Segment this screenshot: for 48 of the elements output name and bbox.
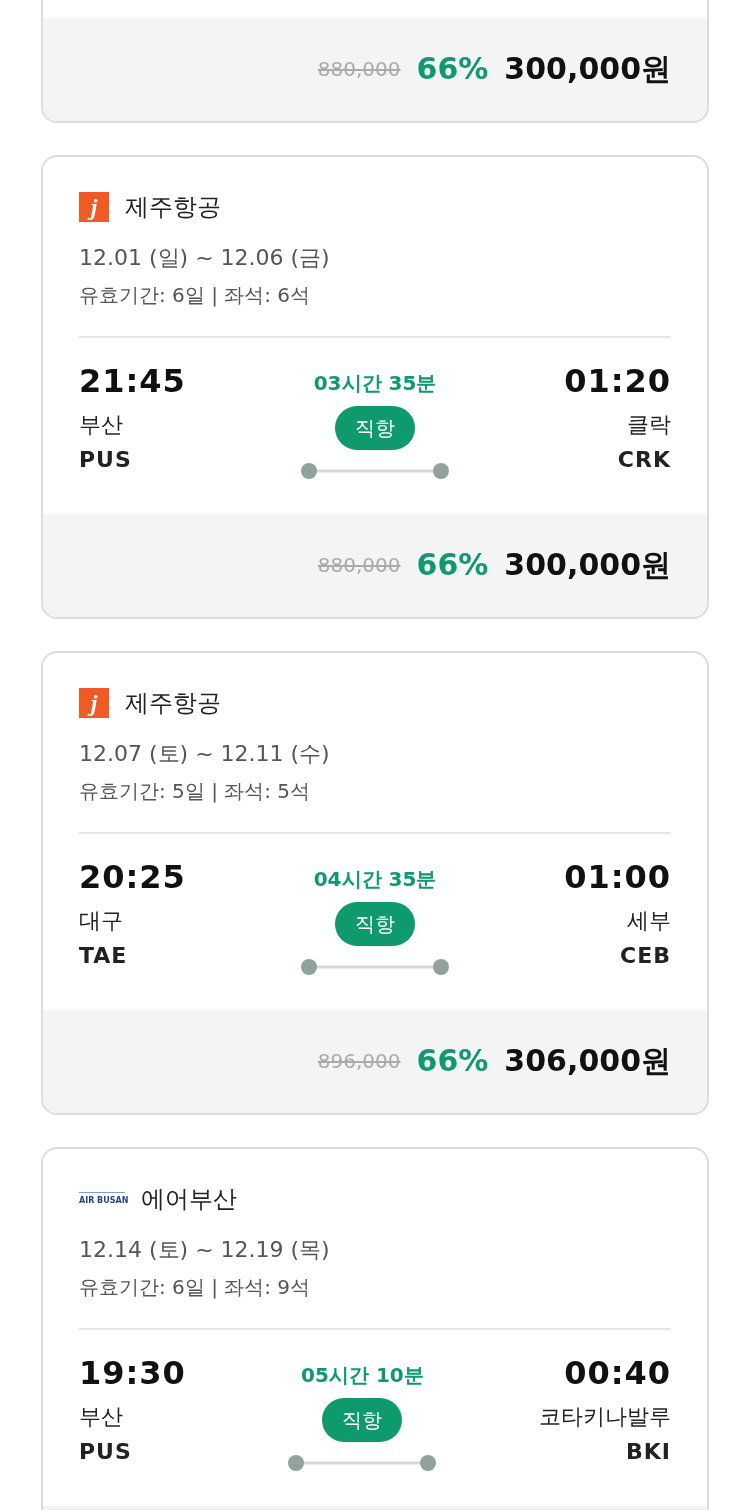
- validity-text: 유효기간: 5일 | 좌석: 5석: [79, 778, 312, 805]
- airline-name: 에어부산: [141, 1184, 237, 1215]
- route-badge: 직항: [322, 1398, 403, 1442]
- departure-city: 부산: [79, 1403, 123, 1432]
- discount-rate: 66%: [416, 50, 489, 88]
- discount-rate: 66%: [416, 546, 489, 584]
- travel-dates: 12.14 (토) ~ 12.19 (목): [79, 1236, 331, 1264]
- validity-text: 유효기간: 6일 | 좌석: 6석: [79, 282, 312, 309]
- original-price: 896,000: [317, 1047, 401, 1075]
- arrival-code: CEB: [620, 942, 671, 971]
- departure-time: 19:30: [79, 1354, 186, 1393]
- travel-dates: 12.07 (토) ~ 12.11 (수): [79, 740, 331, 768]
- discount-rate: 66%: [416, 1042, 489, 1080]
- flight-card[interactable]: AIR BUSAN 에어부산 12.14 (토) ~ 12.19 (목) 유효기간: 6일 | 좌석: 9석 19:30 부산 PUS 05시간 10분 직항 00:40 코타키나발루 BKI: [41, 1147, 709, 1510]
- airline-logo: j: [79, 688, 109, 718]
- arrival-time: 01:20: [564, 362, 671, 401]
- flight-card[interactable]: 880,000 66% 300,000원: [41, 0, 709, 123]
- sale-price: 306,000원: [504, 1042, 671, 1080]
- route-badge: 직항: [335, 902, 415, 946]
- sale-price: 300,000원: [504, 546, 671, 584]
- arrival-code: BKI: [625, 1438, 671, 1467]
- airline-name: 제주항공: [125, 688, 221, 719]
- validity-text: 유효기간: 6일 | 좌석: 9석: [79, 1274, 312, 1301]
- flight-duration: 04시간 35분: [313, 866, 437, 893]
- original-price: 880,000: [317, 551, 401, 579]
- flight-duration: 03시간 35분: [313, 370, 437, 397]
- departure-time: 20:25: [79, 858, 186, 897]
- departure-code: TAE: [79, 942, 128, 971]
- airline-logo: j: [79, 192, 109, 222]
- arrival-city: 코타키나발루: [539, 1403, 671, 1432]
- sale-price: 300,000원: [504, 50, 671, 88]
- flight-card[interactable]: j 제주항공 12.07 (토) ~ 12.11 (수) 유효기간: 5일 | 좌석: 5석 20:25 대구 TAE 04시간 35분 직항 01:00 세부 CEB 896,000 66% 306,000원: [41, 651, 709, 1115]
- airline-name: 제주항공: [125, 192, 221, 223]
- arrival-code: CRK: [617, 446, 671, 475]
- arrival-city: 클락: [627, 411, 671, 440]
- arrival-time: 01:00: [564, 858, 671, 897]
- departure-city: 대구: [79, 907, 123, 936]
- original-price: 880,000: [317, 55, 401, 83]
- flight-duration: 05시간 10분: [301, 1362, 424, 1389]
- arrival-time: 00:40: [564, 1354, 671, 1393]
- flight-card[interactable]: j 제주항공 12.01 (일) ~ 12.06 (금) 유효기간: 6일 | 좌석: 6석 21:45 부산 PUS 03시간 35분 직항 01:20 클락 CRK 880,000 66% 300,000원: [41, 155, 709, 619]
- departure-code: PUS: [79, 1438, 132, 1467]
- departure-time: 21:45: [79, 362, 186, 401]
- departure-code: PUS: [79, 446, 132, 475]
- departure-city: 부산: [79, 411, 123, 440]
- arrival-city: 세부: [627, 907, 671, 936]
- route-badge: 직항: [335, 406, 415, 450]
- travel-dates: 12.01 (일) ~ 12.06 (금): [79, 244, 331, 272]
